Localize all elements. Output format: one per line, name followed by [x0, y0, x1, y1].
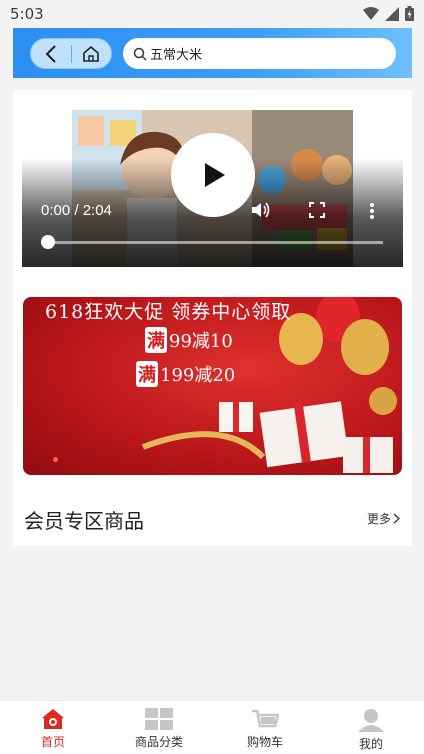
tab-home[interactable]: 首页 — [0, 701, 106, 754]
tab-cart-label: 购物车 — [246, 735, 283, 749]
coupon-line-2: 满 199减20 — [136, 361, 235, 387]
tab-cart[interactable]: 购物车 — [212, 701, 318, 754]
home-outline-icon — [83, 45, 100, 62]
promo-banner[interactable]: 618狂欢大促 领券中心领取 满 99减10 满 199减20 — [23, 297, 402, 475]
signal-icon — [385, 6, 399, 21]
search-icon — [133, 47, 147, 61]
category-icon — [145, 708, 173, 730]
coupon-2-text: 199减20 — [160, 365, 236, 386]
header-bar: 五常大米 — [13, 28, 412, 78]
back-arrow-icon — [45, 44, 56, 63]
coupon-1-mark: 满 — [145, 327, 167, 353]
banner-headline: 618狂欢大促 领券中心领取 — [45, 301, 292, 323]
member-section-header: 会员专区商品 更多 — [13, 496, 412, 539]
user-icon — [358, 709, 384, 732]
home-icon — [42, 709, 64, 729]
tab-home-label: 首页 — [40, 735, 65, 749]
coupon-2-mark: 满 — [136, 361, 158, 387]
tab-profile[interactable]: 我的 — [318, 701, 424, 754]
tab-category-label: 商品分类 — [134, 735, 183, 749]
volume-icon[interactable] — [251, 201, 271, 219]
tab-profile-label: 我的 — [358, 737, 383, 751]
banner-indicator-dot[interactable] — [53, 457, 58, 462]
bottom-tab-bar: 首页 商品分类 购物车 我的 — [0, 700, 424, 754]
nav-pill — [30, 38, 112, 69]
video-progress-track[interactable] — [47, 241, 383, 244]
coupon-1-text: 99减10 — [169, 331, 233, 352]
search-text: 五常大米 — [150, 48, 203, 63]
cart-icon — [252, 709, 279, 728]
battery-icon — [405, 6, 414, 21]
status-icons — [363, 6, 414, 21]
video-player[interactable]: 0:00 / 2:04 — [22, 110, 403, 267]
coupon-line-1: 满 99减10 — [145, 327, 233, 353]
tab-category[interactable]: 商品分类 — [106, 701, 212, 754]
video-time: 0:00 / 2:04 — [41, 202, 112, 219]
more-options-icon[interactable] — [369, 202, 375, 220]
back-button[interactable] — [31, 39, 71, 68]
more-link[interactable]: 更多 — [367, 510, 400, 527]
search-input[interactable]: 五常大米 — [123, 38, 396, 69]
play-icon — [205, 163, 225, 187]
section-title: 会员专区商品 — [24, 509, 144, 533]
status-time: 5:03 — [10, 5, 44, 23]
video-progress-knob[interactable] — [41, 235, 55, 249]
home-button[interactable] — [71, 39, 111, 68]
more-link-label: 更多 — [366, 512, 391, 526]
chevron-right-icon — [393, 513, 400, 524]
status-bar: 5:03 — [0, 0, 424, 28]
fullscreen-icon[interactable] — [309, 202, 325, 218]
wifi-icon — [363, 6, 379, 20]
play-button[interactable] — [171, 133, 255, 217]
